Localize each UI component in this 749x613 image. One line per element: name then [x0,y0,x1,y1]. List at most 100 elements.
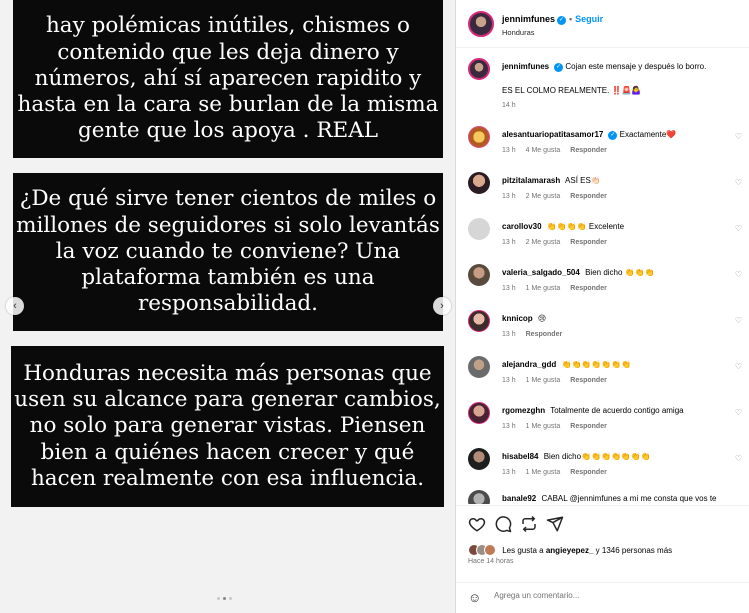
comment-username[interactable]: hisabel84 [502,452,538,461]
comment-username[interactable]: alejandra_gdd [502,360,556,369]
comment-meta: 13 h 1 Me gusta Responder [502,377,617,384]
comment-time: 13 h [502,331,516,338]
likes-text: Les gusta a angieyepez_ y 1346 personas … [502,546,672,555]
reply-button[interactable]: Responder [570,239,607,246]
carousel-dot-active [223,597,226,600]
comment-username[interactable]: knnicop [502,314,533,323]
comment-likes[interactable]: 1 Me gusta [526,285,561,292]
like-comment-heart-icon[interactable]: ♡ [735,132,742,141]
reply-button[interactable]: Responder [526,331,563,338]
comment-body: knnicop 😢 [502,313,746,324]
likes-suffix[interactable]: y 1346 personas más [596,546,673,555]
like-comment-heart-icon[interactable]: ♡ [735,316,742,325]
heart-icon [468,517,486,532]
comment-time: 13 h [502,423,516,430]
comment-username[interactable]: valeria_salgado_504 [502,268,580,277]
next-slide-button[interactable]: › [433,297,451,315]
commenter-avatar[interactable] [468,126,490,148]
send-button[interactable] [546,515,564,533]
verified-icon: ✓ [557,16,567,25]
comment-likes[interactable]: 1 Me gusta [526,377,561,384]
commenter-avatar[interactable] [468,448,490,470]
comment-meta: 13 h 4 Me gusta Responder [502,147,617,154]
comment-meta: 13 h 2 Me gusta Responder [502,239,617,246]
comment-body: carollov30 👏👏👏👏 Excelente [502,221,746,232]
comment-body: pitzitalamarash ASÍ ES👏🏻 [502,175,746,186]
comment-button[interactable] [494,515,512,533]
story-text-1: hay polémicas inútiles, chismes o conten… [17,13,439,144]
comment-body: alesantuariopatitasamor17 ✓ Exactamente❤️ [502,129,746,140]
comment-input[interactable] [494,591,734,600]
caption-username[interactable]: jennimfunes [502,62,549,71]
story-text-2: ¿De qué sirve tener cientos de miles o m… [16,186,440,317]
comment-time: 13 h [502,285,516,292]
caption-avatar[interactable] [468,58,490,80]
comment-username[interactable]: pitzitalamarash [502,176,560,185]
comments-list[interactable]: jennimfunes ✓ Cojan este mensaje y despué… [456,48,749,504]
commenter-avatar[interactable] [468,356,490,378]
like-comment-heart-icon[interactable]: ♡ [735,270,742,279]
instagram-post-view: hay polémicas inútiles, chismes o conten… [0,0,749,613]
comment-body: valeria_salgado_504 Bien dicho 👏👏👏 [502,267,746,278]
commenter-avatar[interactable] [468,490,490,504]
comment-likes[interactable]: 1 Me gusta [526,469,561,476]
like-comment-heart-icon[interactable]: ♡ [735,178,742,187]
commenter-avatar[interactable] [468,310,490,332]
author-username[interactable]: jennimfunes [502,14,555,24]
verified-icon: ✓ [608,131,618,140]
comment-time: 13 h [502,377,516,384]
previous-slide-button[interactable]: ‹ [6,297,24,315]
repost-button[interactable] [520,515,538,533]
like-comment-heart-icon[interactable]: ♡ [735,224,742,233]
comment-username[interactable]: banale92 [502,494,536,503]
caption-text: Cojan este mensaje y después lo borro. [565,62,707,71]
comment-username[interactable]: rgomezghn [502,406,545,415]
commenter-avatar[interactable] [468,218,490,240]
caption-body-2: ES EL COLMO REALMENTE. ‼️🚨🤷‍♀️ [502,85,746,96]
carousel-dots [217,597,232,600]
carousel-dot [217,597,220,600]
comment-body: alejandra_gdd 👏👏👏👏👏👏👏 [502,359,746,370]
reply-button[interactable]: Responder [570,285,607,292]
reply-button[interactable]: Responder [570,377,607,384]
like-button[interactable] [468,515,486,533]
emoji-icon[interactable]: ☺ [468,590,481,605]
post-actions: Les gusta a angieyepez_ y 1346 personas … [456,505,749,613]
follow-button[interactable]: Seguir [575,14,603,24]
likes-user[interactable]: angieyepez_ [546,546,594,555]
like-comment-heart-icon[interactable]: ♡ [735,362,742,371]
chevron-right-icon: › [440,300,444,312]
carousel-dot [229,597,232,600]
commenter-avatar[interactable] [468,172,490,194]
comment-text: 👏👏👏👏👏👏👏 [561,360,632,369]
reply-button[interactable]: Responder [570,423,607,430]
like-comment-heart-icon[interactable]: ♡ [735,454,742,463]
likes-prefix: Les gusta a [502,545,544,555]
post-sidebar: jennimfunes ✓ • Seguir Honduras jennimfunes… [455,0,749,613]
comment-meta: 13 h 1 Me gusta Responder [502,469,617,476]
like-comment-heart-icon[interactable]: ♡ [735,408,742,417]
caption-text-2: ES EL COLMO REALMENTE. ‼️🚨🤷‍♀️ [502,86,642,95]
comment-meta: 13 h 2 Me gusta Responder [502,193,617,200]
comment-text: CABAL @jennimfunes a mi me consta que vo… [541,494,717,503]
separator-dot: • [569,14,573,24]
author-avatar[interactable] [468,11,494,37]
comment-likes[interactable]: 2 Me gusta [526,239,561,246]
reply-button[interactable]: Responder [570,147,607,154]
comment-username[interactable]: carollov30 [502,222,542,231]
caption-time: 14 h [502,102,516,109]
caption-body: jennimfunes ✓ Cojan este mensaje y despué… [502,61,746,72]
comment-likes[interactable]: 2 Me gusta [526,193,561,200]
commenter-avatar[interactable] [468,264,490,286]
chevron-left-icon: ‹ [13,300,17,312]
comment-likes[interactable]: 1 Me gusta [526,423,561,430]
story-text-3: Honduras necesita más personas que usen … [14,360,441,491]
reply-button[interactable]: Responder [570,193,607,200]
comment-text: ASÍ ES👏🏻 [565,176,601,185]
comment-username[interactable]: alesantuariopatitasamor17 [502,130,603,139]
commenter-avatar[interactable] [468,402,490,424]
reply-button[interactable]: Responder [570,469,607,476]
post-location[interactable]: Honduras [502,28,535,37]
comment-text: 😢 [537,314,547,323]
comment-likes[interactable]: 4 Me gusta [526,147,561,154]
